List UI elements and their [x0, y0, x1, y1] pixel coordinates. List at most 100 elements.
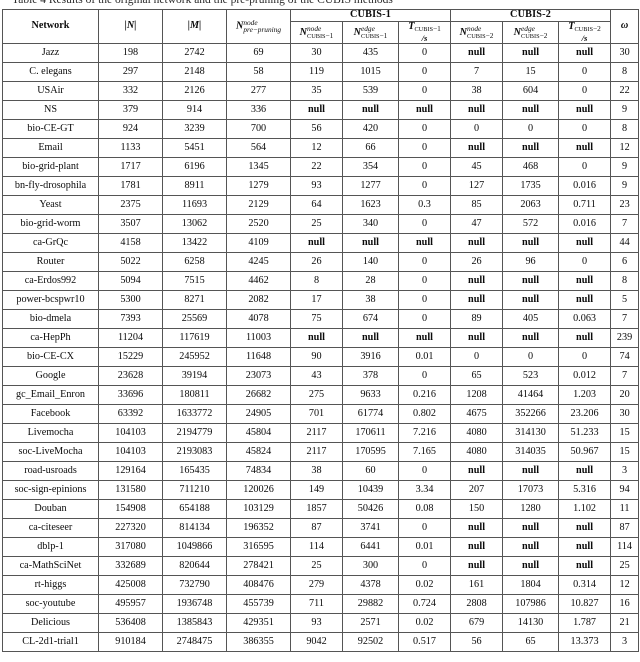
cell-m: 2742 [162, 42, 227, 63]
cell-c2_edge: 41464 [502, 384, 560, 405]
cell-c1_node: 56 [290, 118, 343, 139]
table-row: ca-Erdos992 5094 7515 4462 8 28 0 null null null 8 [2, 270, 640, 291]
cell-c2_time: 1.787 [558, 612, 612, 633]
cell-c2_time: 0 [558, 118, 612, 139]
cell-c1_time: 0.02 [397, 574, 452, 595]
cell-c2_node: 0 [450, 346, 504, 367]
cell-omega: 23 [610, 194, 640, 215]
cell-c2_node: null [450, 232, 504, 253]
cell-c2_edge: 352266 [502, 403, 560, 424]
cell-c1_edge: 420 [342, 118, 399, 139]
cell-c2_node: 150 [450, 498, 504, 519]
table-row: CL-2d1-trial1 910184 2748475 386355 9042 9250… [2, 631, 640, 652]
cell-c2_edge: 1804 [502, 574, 560, 595]
cell-omega: 6 [610, 251, 640, 272]
cell-c2_edge: 2063 [502, 194, 560, 215]
cell-c2_time: null [558, 536, 612, 557]
cell-c2_node: 7 [450, 61, 504, 82]
table-row: bio-CE-GT 924 3239 700 56 420 0 0 0 0 8 [2, 118, 640, 139]
cell-m: 732790 [162, 574, 227, 595]
cell-c1_edge: 38 [342, 289, 399, 310]
cell-c1_time: 3.34 [397, 479, 452, 500]
cell-network-name: Email [2, 137, 99, 158]
cell-c1_time: 0 [397, 137, 452, 158]
cell-pre_pruning: 11648 [226, 346, 291, 367]
cell-network-name: bn-fly-drosophila [2, 175, 99, 196]
cell-c1_node: 93 [290, 175, 343, 196]
cell-c2_node: null [450, 99, 504, 120]
cell-m: 2148 [162, 61, 227, 82]
table-body: Jazz 198 2742 69 30 435 0 null null null 30 C. eleg… [2, 42, 640, 652]
cell-c1_node: 149 [290, 479, 343, 500]
table-row: bio-grid-worm 3507 13062 2520 25 340 0 47 572 0.0… [2, 213, 640, 234]
cell-c1_edge: 3741 [342, 517, 399, 538]
cell-c1_node: 26 [290, 251, 343, 272]
cell-c1_time: 0 [397, 80, 452, 101]
results-table: Network |N| |M| Nnode pre−pruning CUBIS-1… [2, 9, 640, 652]
cell-network-name: bio-CE-CX [2, 346, 99, 367]
cell-c1_node: null [290, 232, 343, 253]
cell-n: 11204 [98, 327, 163, 348]
cell-c1_node: 701 [290, 403, 343, 424]
cell-pre_pruning: 2520 [226, 213, 291, 234]
table-caption-clipped: Table 4 Results of the original network … [0, 0, 640, 9]
cell-c1_edge: 340 [342, 213, 399, 234]
cell-network-name: rt-higgs [2, 574, 99, 595]
cell-omega: 239 [610, 327, 640, 348]
cell-omega: 30 [610, 42, 640, 63]
cell-c1_node: 8 [290, 270, 343, 291]
cell-c1_time: 0.02 [397, 612, 452, 633]
cell-c2_edge: 523 [502, 365, 560, 386]
table-row: Livemocha 104103 2194779 45804 2117 170611 7.2… [2, 422, 640, 443]
cell-c2_edge: 17073 [502, 479, 560, 500]
cell-c1_node: 22 [290, 156, 343, 177]
cell-pre_pruning: 336 [226, 99, 291, 120]
cell-c2_edge: 107986 [502, 593, 560, 614]
cell-c1_node: 30 [290, 42, 343, 63]
cell-c1_time: 0.802 [397, 403, 452, 424]
cell-c1_edge: 674 [342, 308, 399, 329]
cell-c1_node: 119 [290, 61, 343, 82]
col-header-cubis2-time: TCUBIS−2/s [558, 20, 612, 44]
table-caption-text: Table 4 Results of the original network … [12, 0, 393, 6]
table-row: Jazz 198 2742 69 30 435 0 null null null 30 [2, 42, 640, 63]
col-header-cubis1-time: TCUBIS−1/s [397, 20, 452, 44]
cell-c2_edge: 65 [502, 631, 560, 652]
table-row: bn-fly-drosophila 1781 8911 1279 93 1277 0 127 1… [2, 175, 640, 196]
table-row: Yeast 2375 11693 2129 64 1623 0.3 85 2063 0.711 23 [2, 194, 640, 215]
cell-c2_node: 2808 [450, 593, 504, 614]
cell-c1_time: 0 [397, 365, 452, 386]
cell-m: 8911 [162, 175, 227, 196]
cell-omega: 22 [610, 80, 640, 101]
cell-network-name: ca-GrQc [2, 232, 99, 253]
cell-c1_edge: null [342, 327, 399, 348]
cell-c2_node: 45 [450, 156, 504, 177]
cell-m: 3239 [162, 118, 227, 139]
cell-pre_pruning: 455739 [226, 593, 291, 614]
cell-c1_node: 38 [290, 460, 343, 481]
cell-network-name: bio-grid-worm [2, 213, 99, 234]
cell-pre_pruning: 316595 [226, 536, 291, 557]
group-header-cubis1: CUBIS-1 [289, 9, 452, 22]
cell-n: 23628 [98, 365, 163, 386]
cell-c2_node: null [450, 289, 504, 310]
cell-c1_edge: 28 [342, 270, 399, 291]
cell-pre_pruning: 69 [226, 42, 291, 63]
cell-c2_time: 13.373 [558, 631, 612, 652]
table-row: Email 1133 5451 564 12 66 0 null null null 12 [2, 137, 640, 158]
cell-n: 227320 [98, 517, 163, 538]
cell-c2_node: 4080 [450, 441, 504, 462]
cell-c1_time: 0.724 [397, 593, 452, 614]
cell-c2_node: 38 [450, 80, 504, 101]
cell-c1_node: 275 [290, 384, 343, 405]
cell-c2_time: null [558, 270, 612, 291]
cell-c2_time: 0 [558, 61, 612, 82]
cell-c2_time: null [558, 99, 612, 120]
cell-pre_pruning: 4078 [226, 308, 291, 329]
header-row-top: Network |N| |M| Nnode pre−pruning CUBIS-1… [2, 9, 640, 44]
cell-n: 332 [98, 80, 163, 101]
cell-c1_edge: 300 [342, 555, 399, 576]
cell-c1_edge: 6441 [342, 536, 399, 557]
cell-c2_node: null [450, 517, 504, 538]
cell-c1_time: null [397, 232, 452, 253]
